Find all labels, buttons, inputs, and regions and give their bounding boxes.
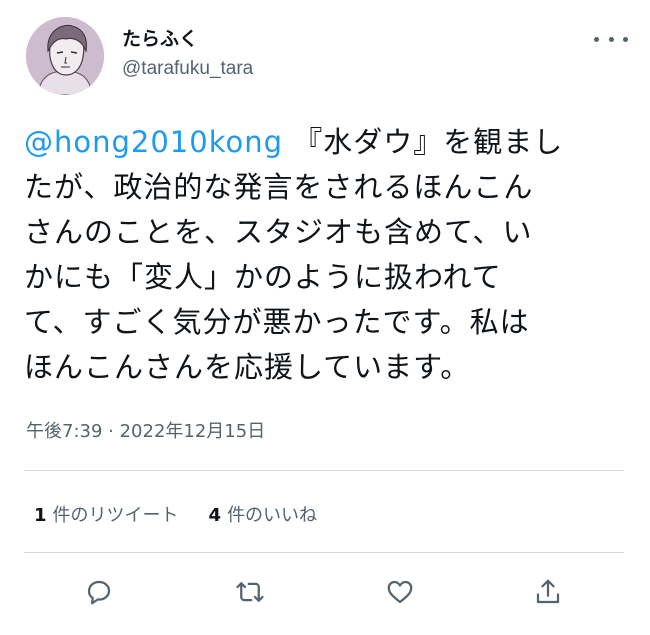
tweet-line: かにも「変人」かのように扱われて <box>24 260 502 294</box>
retweets-count: 1 <box>34 505 47 526</box>
share-button[interactable] <box>528 572 568 612</box>
tweet-line: たが、政治的な発言をされるほんこん <box>24 170 534 204</box>
likes-count: 4 <box>208 505 222 526</box>
action-bar <box>0 572 650 616</box>
engagement-stats: 1 件のリツイート 4 件のいいね <box>34 501 317 527</box>
like-button[interactable] <box>380 572 420 612</box>
tweet-line: @hong2010kong 『水ダウ』を観まし <box>24 120 624 165</box>
retweet-button[interactable] <box>230 572 270 612</box>
tweet-line: て、すごく気分が悪かったです。私は <box>24 305 530 339</box>
mention-link[interactable]: @hong2010kong <box>24 125 283 159</box>
divider <box>24 470 624 471</box>
more-icon <box>594 36 599 42</box>
retweet-icon <box>236 582 264 602</box>
tweet-timestamp[interactable]: 午後7:39 · 2022年12月15日 <box>26 417 265 443</box>
user-handle[interactable]: @tarafuku_tara <box>122 58 253 80</box>
more-icon-dot <box>623 36 628 42</box>
divider <box>24 552 624 553</box>
likes-label: 件のいいね <box>227 505 318 526</box>
retweets-stat[interactable]: 1 件のリツイート <box>34 501 179 527</box>
tweet-text: @hong2010kong 『水ダウ』を観まし たが、政治的な発言をされるほんこ… <box>24 120 624 390</box>
more-button[interactable] <box>594 26 628 52</box>
display-name[interactable]: たらふく <box>122 24 198 51</box>
reply-icon <box>87 580 111 605</box>
heart-icon <box>387 580 413 604</box>
retweets-label: 件のリツイート <box>52 505 179 526</box>
reply-button[interactable] <box>79 572 119 612</box>
avatar[interactable] <box>26 17 104 95</box>
tweet-line: さんのことを、スタジオも含めて、い <box>24 215 533 249</box>
tweet-line-text: 『水ダウ』を観まし <box>283 125 564 159</box>
share-icon <box>536 579 560 604</box>
likes-stat[interactable]: 4 件のいいね <box>209 501 318 527</box>
more-icon-dot <box>608 36 614 42</box>
tweet-line: ほんこんさんを応援しています。 <box>24 350 471 384</box>
